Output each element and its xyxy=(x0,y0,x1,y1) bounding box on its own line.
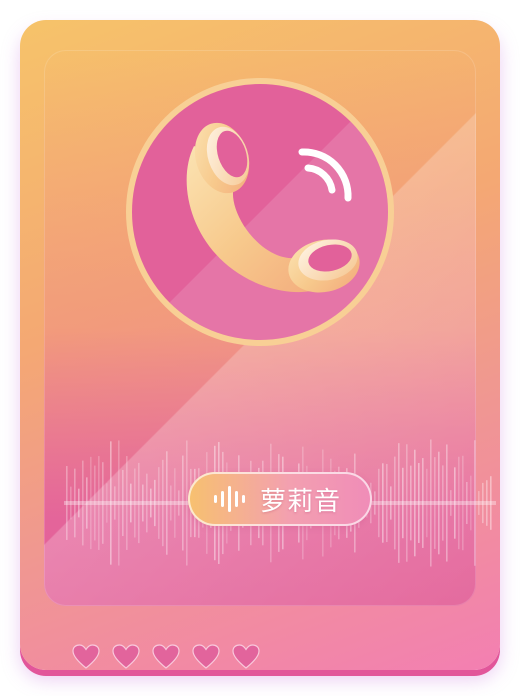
rating-hearts xyxy=(72,644,260,670)
voice-card[interactable]: 萝莉音 xyxy=(20,20,500,670)
voice-type-tag[interactable]: 萝莉音 xyxy=(188,472,372,526)
heart-icon xyxy=(72,644,100,669)
heart-icon xyxy=(152,644,180,669)
heart-icon xyxy=(232,644,260,669)
sound-wave-icon xyxy=(214,486,245,512)
heart-icon xyxy=(192,644,220,669)
heart-icon xyxy=(112,644,140,669)
phone-call-icon xyxy=(126,78,394,346)
voice-type-label: 萝莉音 xyxy=(260,486,342,517)
